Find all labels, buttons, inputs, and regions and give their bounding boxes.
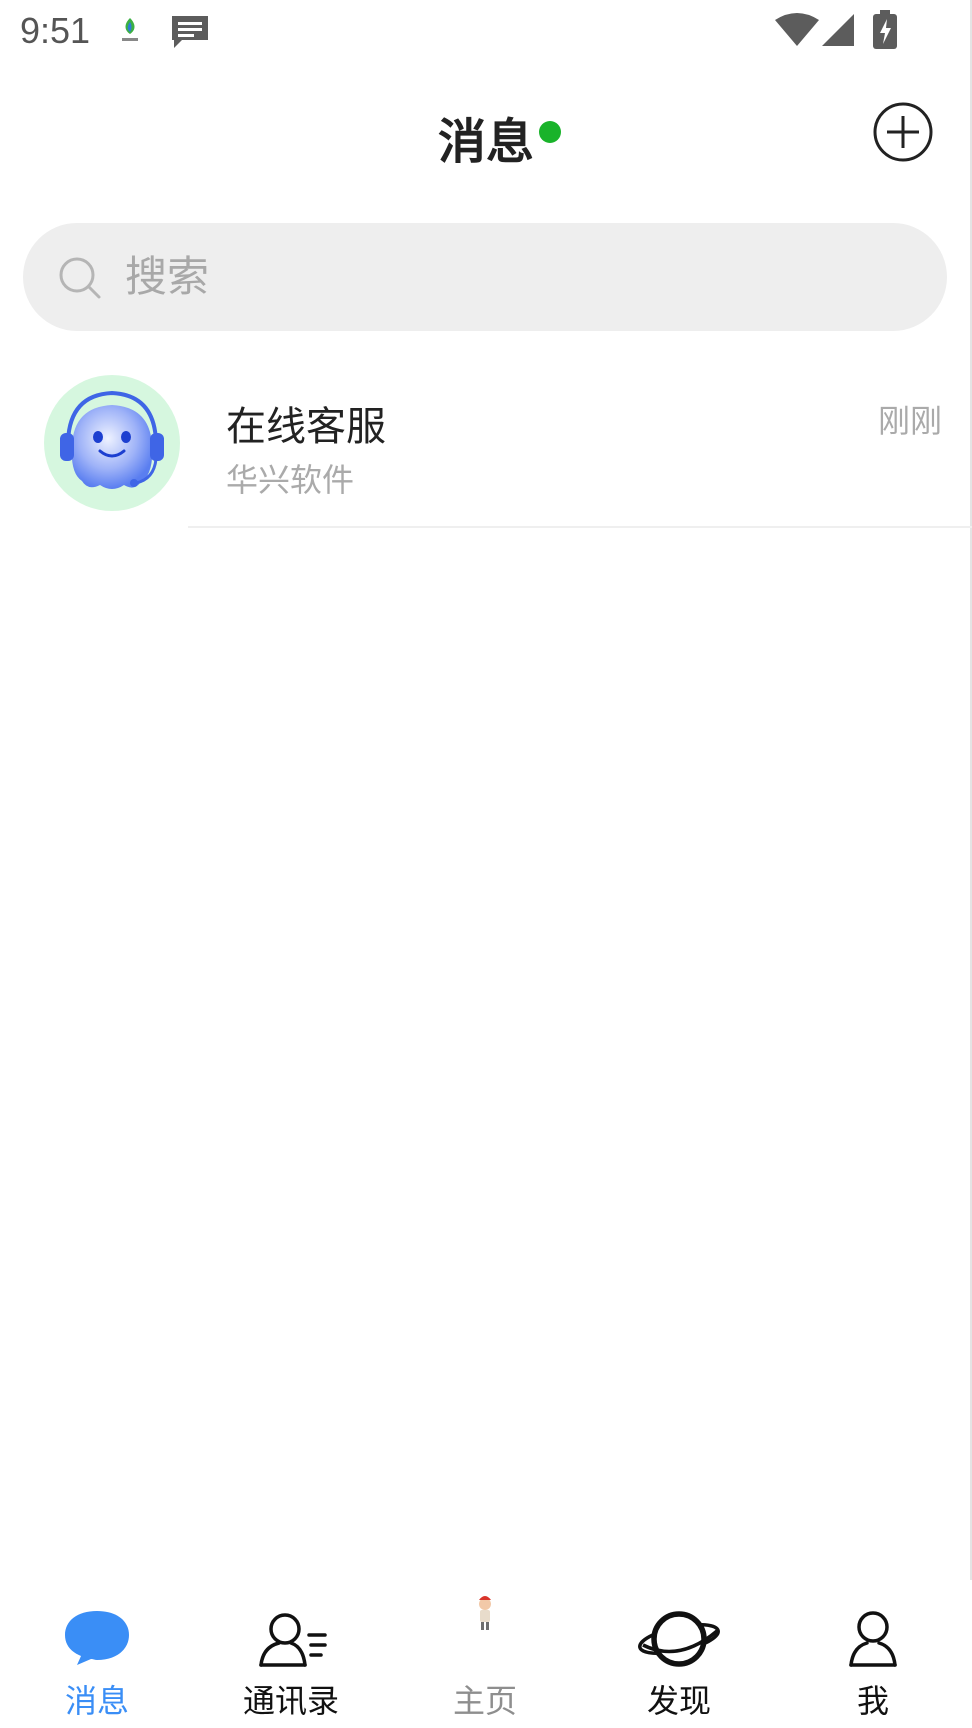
nav-item-contacts[interactable]: 通讯录: [194, 1580, 388, 1728]
nav-item-discover[interactable]: 发现: [582, 1580, 776, 1728]
conversation-list: 在线客服 华兴软件 刚刚: [0, 360, 972, 528]
cell-signal-icon: [822, 14, 854, 46]
nav-label-home: 主页: [452, 1682, 517, 1720]
page-header: 消息: [0, 64, 972, 198]
nav-label-me: 我: [856, 1682, 889, 1720]
person-icon: [849, 1611, 897, 1667]
chat-bubble-icon: [65, 1611, 129, 1665]
customer-service-robot-avatar: [44, 375, 180, 511]
conversation-preview: 华兴软件: [226, 461, 355, 499]
planet-icon: [638, 1611, 720, 1667]
bottom-navigation: 消息 通讯录 主页 发现 我: [0, 1580, 972, 1728]
nav-item-messages[interactable]: 消息: [0, 1580, 194, 1728]
home-figure-icon: [479, 1596, 491, 1630]
status-bar: 9:51: [0, 0, 972, 64]
online-status-dot: [539, 121, 561, 143]
conversation-item[interactable]: 在线客服 华兴软件 刚刚: [0, 360, 972, 528]
app-logo-icon: [122, 18, 138, 41]
nav-item-me[interactable]: 我: [776, 1580, 970, 1728]
divider: [188, 526, 972, 528]
contacts-icon: [259, 1613, 327, 1667]
search-input[interactable]: [125, 245, 905, 307]
message-notification-icon: [172, 16, 208, 48]
wifi-icon: [775, 13, 819, 46]
nav-label-messages: 消息: [64, 1682, 129, 1720]
nav-item-home[interactable]: 主页: [388, 1580, 582, 1728]
page-title: 消息: [438, 114, 535, 170]
search-icon: [59, 257, 101, 299]
plus-circle-icon[interactable]: [872, 101, 934, 163]
battery-charging-icon: [873, 10, 897, 49]
nav-label-discover: 发现: [646, 1682, 711, 1720]
status-time: 9:51: [20, 10, 91, 51]
search-bar[interactable]: [23, 223, 947, 331]
conversation-time: 刚刚: [877, 402, 942, 440]
nav-label-contacts: 通讯录: [242, 1682, 339, 1720]
conversation-name: 在线客服: [226, 404, 386, 450]
